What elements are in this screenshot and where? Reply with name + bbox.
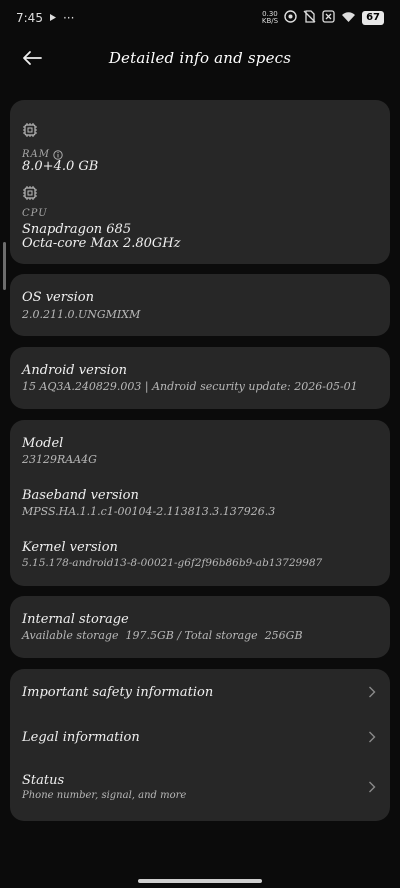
os-version-card[interactable]: OS version 2.0.211.0.UNGMIXM bbox=[10, 274, 390, 336]
no-sim-icon bbox=[303, 10, 316, 26]
cpu-cores: Octa-core Max 2.80GHz bbox=[22, 236, 181, 251]
device-versions-card: Model 23129RAA4G Baseband version MPSS.H… bbox=[10, 420, 390, 586]
cpu-label: CPU bbox=[22, 208, 48, 219]
page-header: Detailed info and specs bbox=[0, 40, 400, 76]
android-version-card[interactable]: Android version 15 AQ3A.240829.003 | And… bbox=[10, 347, 390, 409]
os-version-label: OS version bbox=[22, 290, 94, 305]
model-label: Model bbox=[22, 436, 64, 451]
baseband-value: MPSS.HA.1.1.c1-00104-2.113813.3.137926.3 bbox=[22, 505, 276, 518]
legal-info-label: Legal information bbox=[22, 730, 140, 745]
battery-indicator: 67 bbox=[362, 11, 384, 25]
ram-value: 8.0+4.0 GB bbox=[22, 159, 99, 174]
page-title: Detailed info and specs bbox=[108, 49, 292, 67]
model-value: 23129RAA4G bbox=[22, 453, 97, 466]
home-indicator[interactable] bbox=[138, 879, 262, 883]
scrollbar[interactable] bbox=[3, 242, 6, 290]
status-row[interactable]: Status Phone number, signal, and more bbox=[10, 761, 390, 821]
cpu-name: Snapdragon 685 bbox=[22, 222, 132, 237]
more-notifications-icon: ··· bbox=[62, 11, 75, 25]
status-subtitle: Phone number, signal, and more bbox=[22, 790, 187, 801]
baseband-label: Baseband version bbox=[22, 488, 139, 503]
storage-card[interactable]: Internal storage Available storage 197.5… bbox=[10, 596, 390, 658]
back-button[interactable] bbox=[18, 44, 46, 72]
clock: 7:45 bbox=[16, 11, 43, 25]
media-play-icon bbox=[49, 11, 57, 25]
legal-info-row[interactable]: Legal information bbox=[10, 715, 390, 761]
android-version-value: 15 AQ3A.240829.003 | Android security up… bbox=[22, 380, 358, 393]
kernel-value: 5.15.178-android13-8-00021-g6f2f96b86b9-… bbox=[22, 557, 323, 569]
status-label: Status bbox=[22, 773, 65, 788]
hotspot-icon bbox=[284, 10, 297, 26]
hardware-card: RAM 8.0+4.0 GB CPU Snapdragon 685 Octa-c… bbox=[10, 100, 390, 264]
network-speed: 0.30 KB/S bbox=[262, 11, 278, 25]
cpu-chip-icon bbox=[22, 185, 38, 201]
ram-chip-icon bbox=[22, 122, 38, 138]
signal-x-icon bbox=[322, 10, 335, 26]
storage-label: Internal storage bbox=[22, 612, 129, 627]
kernel-label: Kernel version bbox=[22, 540, 118, 555]
chevron-right-icon bbox=[369, 781, 376, 793]
status-bar: 7:45 ··· 0.30 KB/S 67 bbox=[0, 0, 400, 36]
wifi-icon bbox=[341, 11, 356, 26]
storage-value: Available storage 197.5GB / Total storag… bbox=[22, 629, 303, 642]
chevron-right-icon bbox=[369, 686, 376, 698]
safety-info-label: Important safety information bbox=[22, 685, 214, 700]
network-speed-unit: KB/S bbox=[261, 17, 279, 25]
os-version-value: 2.0.211.0.UNGMIXM bbox=[22, 308, 141, 321]
info-links-card: Important safety information Legal infor… bbox=[10, 669, 390, 821]
android-version-label: Android version bbox=[22, 363, 128, 378]
arrow-left-icon bbox=[23, 51, 42, 65]
safety-info-row[interactable]: Important safety information bbox=[10, 669, 390, 715]
chevron-right-icon bbox=[369, 731, 376, 743]
